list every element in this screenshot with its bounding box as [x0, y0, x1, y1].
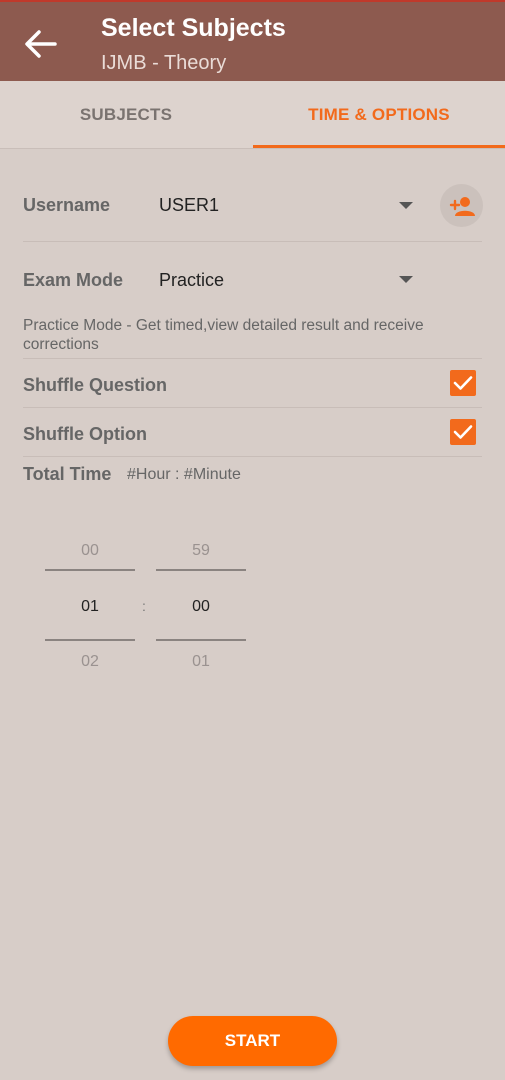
- exam-mode-description: Practice Mode - Get timed,view detailed …: [23, 317, 424, 353]
- start-button[interactable]: START: [168, 1016, 337, 1066]
- add-user-icon: [449, 196, 475, 216]
- minute-next[interactable]: 01: [156, 653, 246, 671]
- divider: [23, 358, 482, 359]
- exam-mode-label: Exam Mode: [23, 270, 124, 290]
- picker-line: [45, 639, 135, 641]
- total-time-label: Total Time: [23, 464, 112, 484]
- check-icon: [453, 376, 473, 390]
- tab-subjects[interactable]: SUBJECTS: [0, 81, 252, 149]
- time-format-hint: #Hour : #Minute: [127, 466, 241, 483]
- hour-selected[interactable]: 01: [45, 598, 135, 616]
- hour-next[interactable]: 02: [45, 653, 135, 671]
- active-tab-indicator: [253, 145, 505, 148]
- divider: [23, 407, 482, 408]
- hour-prev[interactable]: 00: [45, 542, 135, 560]
- divider: [23, 456, 482, 457]
- picker-line: [156, 569, 246, 571]
- shuffle-question-checkbox[interactable]: [450, 370, 476, 396]
- exam-mode-dropdown-icon[interactable]: [399, 276, 413, 283]
- minute-selected[interactable]: 00: [156, 598, 246, 616]
- arrow-left-icon: [25, 30, 57, 58]
- tab-bar: SUBJECTS TIME & OPTIONS: [0, 81, 505, 149]
- time-separator: :: [142, 598, 146, 614]
- exam-mode-select[interactable]: Practice: [159, 270, 224, 291]
- shuffle-option-checkbox[interactable]: [450, 419, 476, 445]
- username-select[interactable]: USER1: [159, 195, 219, 216]
- tab-time-options[interactable]: TIME & OPTIONS: [253, 81, 505, 149]
- add-user-button[interactable]: [440, 184, 483, 227]
- shuffle-option-label: Shuffle Option: [23, 424, 147, 444]
- app-bar: Select Subjects IJMB - Theory: [0, 0, 505, 81]
- username-dropdown-icon[interactable]: [399, 202, 413, 209]
- page-subtitle: IJMB - Theory: [101, 52, 227, 74]
- picker-line: [45, 569, 135, 571]
- picker-line: [156, 639, 246, 641]
- back-button[interactable]: [18, 24, 62, 64]
- shuffle-question-label: Shuffle Question: [23, 375, 167, 395]
- check-icon: [453, 425, 473, 439]
- divider: [23, 241, 482, 242]
- username-label: Username: [23, 195, 111, 215]
- minute-prev[interactable]: 59: [156, 542, 246, 560]
- page-title: Select Subjects: [101, 14, 286, 42]
